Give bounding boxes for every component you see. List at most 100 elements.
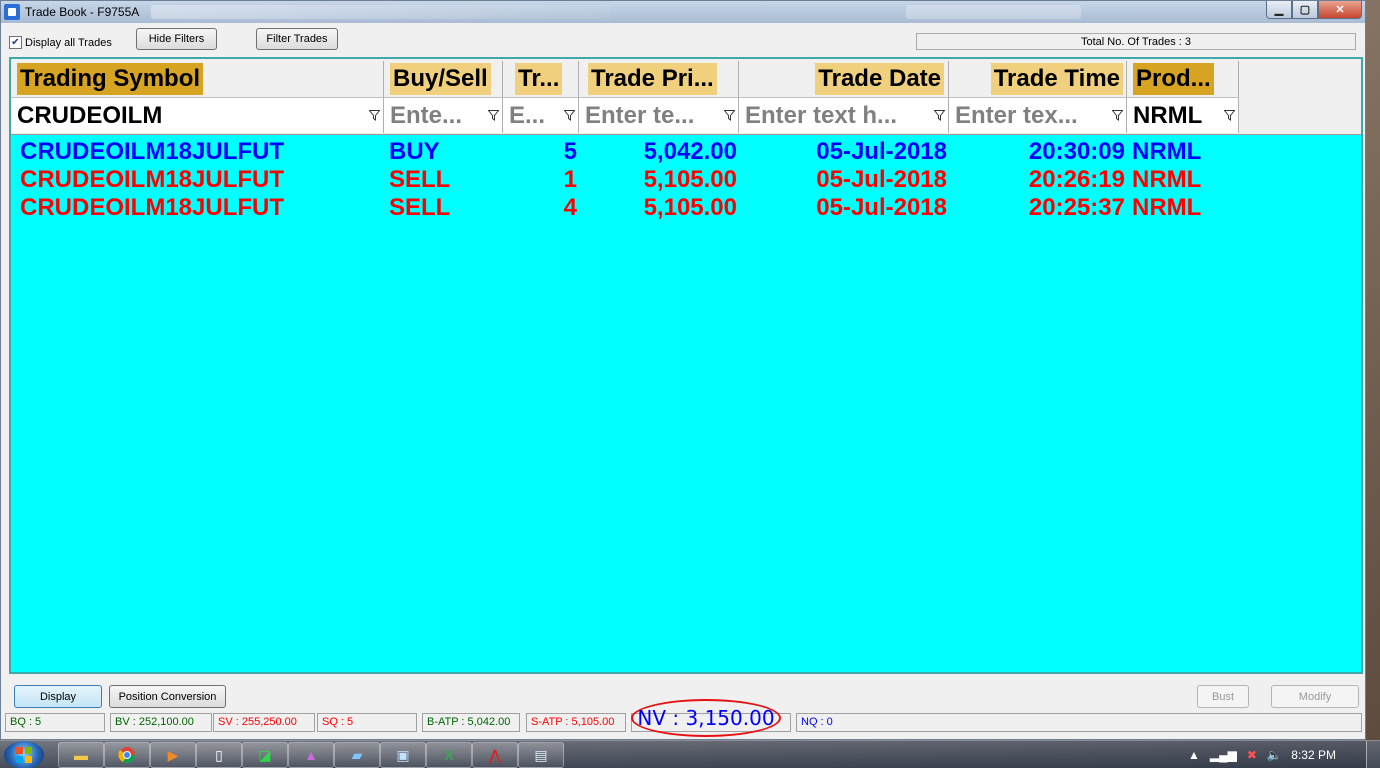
toolbar: ✔ Display all Trades Hide Filters Filter… (1, 23, 1365, 55)
cell-trade-price: 5,105.00 (643, 166, 737, 193)
filter-buy-sell[interactable]: Ente... (384, 97, 503, 133)
status-buy-atp: B-ATP : 5,042.00 (422, 713, 520, 732)
cell-product: NRML (1132, 194, 1202, 221)
trades-grid: Trading Symbol Buy/Sell Tr... Trade Pri.… (9, 57, 1363, 674)
col-header-trade-date[interactable]: Trade Date (739, 61, 949, 97)
cell-trade-qty: 5 (563, 138, 577, 165)
filter-funnel-icon[interactable] (367, 108, 381, 124)
bust-button[interactable]: Bust (1197, 685, 1249, 708)
title-bar[interactable]: Trade Book - F9755A ▁ ▢ ✕ (1, 1, 1365, 23)
col-header-buy-sell[interactable]: Buy/Sell (384, 61, 503, 97)
status-net-qty: NQ : 0 (796, 713, 1362, 732)
filter-trade-time-text: Enter tex... (955, 101, 1078, 129)
filter-trade-date[interactable]: Enter text h... (739, 97, 949, 133)
status-bar: BQ : 5 BV : 252,100.00 SV : 255,250.00 S… (5, 699, 1363, 737)
taskbar-app-window[interactable]: ▣ (380, 742, 426, 768)
maximize-icon: ▢ (1299, 4, 1311, 16)
modify-button[interactable]: Modify (1271, 685, 1359, 708)
taskbar-app-triangle[interactable]: ▲ (288, 742, 334, 768)
status-sell-qty: SQ : 5 (317, 713, 417, 732)
windows-logo-icon (16, 747, 32, 763)
filter-funnel-icon[interactable] (1222, 108, 1236, 124)
col-label-trade-price: Trade Pri... (588, 63, 717, 95)
cell-trade-time: 20:25:37 (1028, 194, 1125, 221)
taskbar-pdf-reader[interactable]: ⋀ (472, 742, 518, 768)
close-button[interactable]: ✕ (1318, 1, 1362, 19)
cell-trade-price: 5,105.00 (643, 194, 737, 221)
taskbar-document[interactable]: ▯ (196, 742, 242, 768)
position-conversion-button[interactable]: Position Conversion (109, 685, 226, 708)
pdf-icon: ⋀ (489, 746, 501, 763)
col-header-trade-qty[interactable]: Tr... (503, 61, 579, 97)
taskbar-explorer[interactable]: ▬ (58, 742, 104, 768)
filter-funnel-icon[interactable] (486, 108, 500, 124)
filter-trade-price[interactable]: Enter te... (579, 97, 739, 133)
network-error-icon[interactable]: ✖ (1247, 748, 1257, 762)
taskbar-media-player[interactable]: ▶ (150, 742, 196, 768)
display-button[interactable]: Display (14, 685, 102, 708)
filter-trading-symbol-text: CRUDEOILM (17, 101, 163, 129)
cell-product: NRML (1132, 166, 1202, 193)
cell-trade-time: 20:26:19 (1028, 166, 1125, 193)
cell-trade-date: 05-Jul-2018 (816, 138, 947, 165)
display-all-checkbox[interactable]: ✔ (9, 36, 22, 49)
window-title: Trade Book - F9755A (25, 5, 140, 19)
filter-funnel-icon[interactable] (562, 108, 576, 124)
volume-icon[interactable]: 🔈 (1267, 748, 1282, 762)
background-title-blur (151, 5, 611, 19)
col-header-trading-symbol[interactable]: Trading Symbol (11, 61, 384, 97)
cell-trade-qty: 4 (563, 194, 577, 221)
cell-trade-date: 05-Jul-2018 (816, 194, 947, 221)
filter-product[interactable]: NRML (1127, 97, 1239, 133)
chart-app-icon: ◪ (258, 746, 272, 763)
minimize-icon: ▁ (1274, 4, 1284, 16)
system-tray: ▲ ▂▄▆ ✖ 🔈 (1188, 748, 1282, 762)
tray-expand-icon[interactable]: ▲ (1188, 748, 1200, 762)
filter-product-text: NRML (1133, 101, 1203, 129)
col-label-trade-qty: Tr... (515, 63, 563, 95)
cell-trade-qty: 1 (563, 166, 577, 193)
background-title-blur-2 (906, 5, 1081, 19)
signal-icon[interactable]: ▂▄▆ (1210, 748, 1237, 762)
filter-funnel-icon[interactable] (1110, 108, 1124, 124)
taskbar-clock[interactable]: 8:32 PM (1291, 748, 1336, 762)
table-row[interactable]: CRUDEOILM18JULFUT SELL 1 5,105.00 05-Jul… (11, 165, 1361, 193)
taskbar-calculator[interactable]: ▤ (518, 742, 564, 768)
cell-trade-price: 5,042.00 (643, 138, 737, 165)
col-header-trade-price[interactable]: Trade Pri... (579, 61, 739, 97)
filter-trade-time[interactable]: Enter tex... (949, 97, 1127, 133)
status-net-value: NV : 3,150.00 (631, 699, 781, 737)
document-icon: ▯ (215, 746, 223, 763)
taskbar-chrome[interactable] (104, 742, 150, 768)
cell-buy-sell: SELL (389, 166, 451, 193)
taskbar-trading-app[interactable]: ◪ (242, 742, 288, 768)
display-all-label: Display all Trades (25, 36, 112, 49)
table-row[interactable]: CRUDEOILM18JULFUT BUY 5 5,042.00 05-Jul-… (11, 137, 1361, 165)
hide-filters-button[interactable]: Hide Filters (136, 28, 217, 50)
filter-buy-sell-text: Ente... (390, 101, 463, 129)
filter-trade-qty-text: E... (509, 101, 546, 129)
filter-funnel-icon[interactable] (722, 108, 736, 124)
maximize-button[interactable]: ▢ (1292, 1, 1318, 19)
filter-trade-date-text: Enter text h... (745, 101, 898, 129)
excel-icon: X (444, 747, 454, 763)
table-row[interactable]: CRUDEOILM18JULFUT SELL 4 5,105.00 05-Jul… (11, 193, 1361, 221)
filter-funnel-icon[interactable] (932, 108, 946, 124)
cell-buy-sell: BUY (389, 138, 440, 165)
col-header-trade-time[interactable]: Trade Time (949, 61, 1127, 97)
taskbar-excel[interactable]: X (426, 742, 472, 768)
cell-trade-date: 05-Jul-2018 (816, 166, 947, 193)
app-icon (4, 4, 20, 20)
cell-trade-time: 20:30:09 (1028, 138, 1125, 165)
filter-trade-qty[interactable]: E... (503, 97, 579, 133)
cell-product: NRML (1132, 138, 1202, 165)
start-button[interactable] (4, 741, 44, 768)
filter-trades-button[interactable]: Filter Trades (256, 28, 338, 50)
show-desktop-button[interactable] (1366, 741, 1380, 768)
filter-trading-symbol[interactable]: CRUDEOILM (11, 97, 384, 133)
display-all-trades-toggle[interactable]: ✔ Display all Trades (9, 36, 112, 49)
col-label-trade-time: Trade Time (990, 63, 1123, 95)
minimize-button[interactable]: ▁ (1266, 1, 1292, 19)
taskbar-app-messages[interactable]: ▰ (334, 742, 380, 768)
col-header-product[interactable]: Prod... (1127, 61, 1239, 97)
